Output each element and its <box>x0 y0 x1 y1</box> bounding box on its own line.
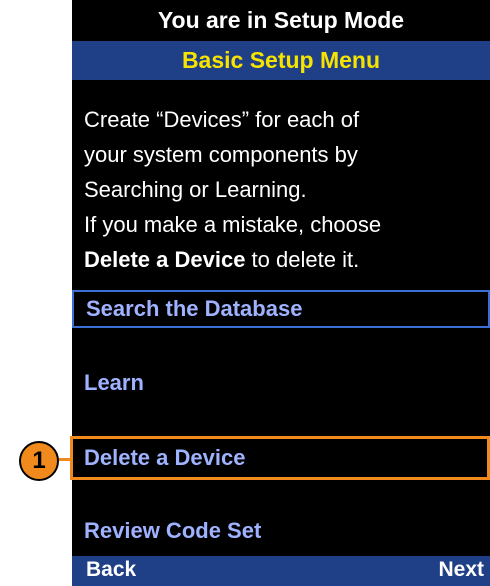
next-softkey[interactable]: Next <box>438 558 484 582</box>
softkey-bar: Back Next <box>72 556 490 586</box>
instructions-text: Create “Devices” for each of your system… <box>84 102 484 277</box>
callout-connector <box>57 458 73 461</box>
back-softkey[interactable]: Back <box>86 558 136 582</box>
menu-item-search-database[interactable]: Search the Database <box>72 290 490 328</box>
callout-badge: 1 <box>19 441 59 481</box>
menu-item-review-code-set[interactable]: Review Code Set <box>72 512 490 550</box>
callout-highlight-box <box>70 436 490 480</box>
menu-title: Basic Setup Menu <box>72 41 490 80</box>
page-title: You are in Setup Mode <box>72 0 490 40</box>
instructions-rest: to delete it. <box>245 247 360 272</box>
instructions-line: Create “Devices” for each of <box>84 107 360 132</box>
instructions-line: Searching or Learning. <box>84 177 307 202</box>
instructions-emphasis: Delete a Device <box>84 247 246 272</box>
instructions-line: Delete a Device to delete it. <box>84 242 484 277</box>
instructions-line: If you make a mistake, choose <box>84 212 382 237</box>
device-screen: You are in Setup Mode Basic Setup Menu C… <box>72 0 490 586</box>
instructions-line: your system components by <box>84 142 358 167</box>
menu-item-learn[interactable]: Learn <box>72 364 490 402</box>
